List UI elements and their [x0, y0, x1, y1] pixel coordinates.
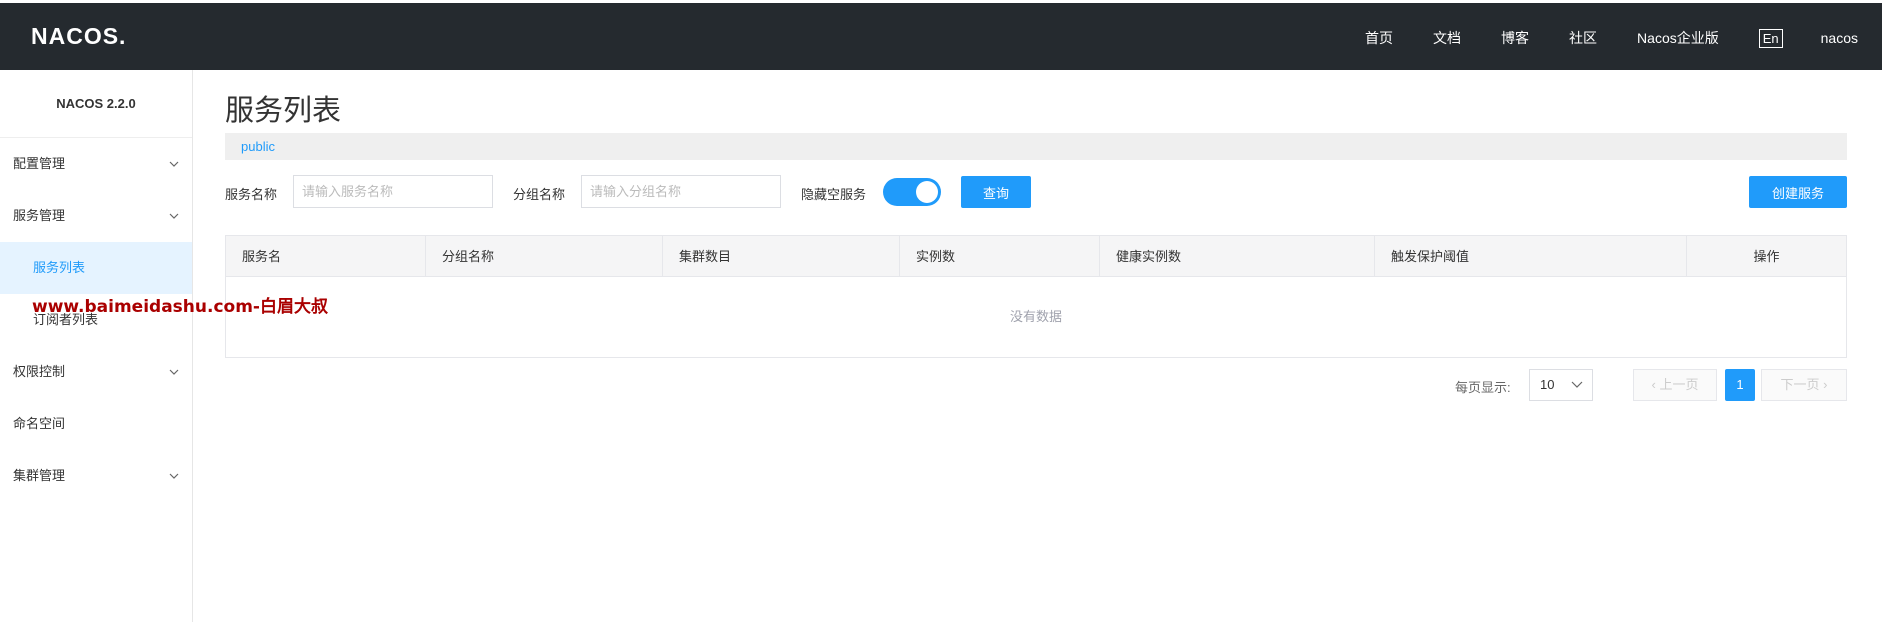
column-group-name: 分组名称	[426, 236, 663, 277]
watermark-text: www.baimeidashu.com-白眉大叔	[32, 297, 328, 317]
chevron-down-icon	[1571, 370, 1583, 411]
sidebar-item-label: 服务管理	[13, 208, 66, 223]
page-title: 服务列表	[225, 95, 342, 127]
service-name-label: 服务名称	[225, 187, 278, 202]
chevron-left-icon: ‹	[1651, 377, 1656, 392]
sidebar-item-label: 服务列表	[33, 260, 86, 275]
column-healthy-instance-count: 健康实例数	[1100, 236, 1375, 277]
sidebar-item-label: 集群管理	[13, 468, 66, 483]
nav-community[interactable]: 社区	[1569, 28, 1597, 48]
column-actions: 操作	[1753, 249, 1780, 264]
sidebar-item-namespace[interactable]: 命名空间	[0, 398, 192, 450]
sidebar-item-access-control[interactable]: 权限控制	[0, 346, 192, 398]
column-instance-count: 实例数	[900, 236, 1100, 277]
nav-docs[interactable]: 文档	[1433, 28, 1461, 48]
chevron-down-icon	[168, 450, 180, 524]
chevron-right-icon: ›	[1823, 377, 1828, 392]
top-nav-menu: 首页 文档 博客 社区 Nacos企业版 En nacos	[1365, 3, 1882, 73]
sidebar-item-label: 配置管理	[13, 156, 66, 171]
language-switch[interactable]: En	[1758, 28, 1783, 48]
column-protect-threshold: 触发保护阈值	[1375, 236, 1687, 277]
page-size-select[interactable]: 10	[1529, 369, 1593, 401]
next-page-button[interactable]: 下一页 ›	[1761, 369, 1847, 401]
service-table: 服务名 分组名称 集群数目 实例数 健康实例数 触发保护阈值 操作 没有数据	[225, 235, 1847, 358]
namespace-public-link[interactable]: public	[241, 139, 275, 154]
hide-empty-toggle[interactable]	[883, 178, 941, 206]
sidebar-item-label: 权限控制	[13, 364, 66, 379]
sidebar-item-service-list[interactable]: 服务列表	[0, 242, 192, 294]
pagination: 每页显示: 10 ‹ 上一页 1 下一页 ›	[225, 369, 1847, 401]
query-button[interactable]: 查询	[961, 176, 1031, 208]
page-size-value: 10	[1540, 377, 1555, 392]
table-header: 服务名 分组名称 集群数目 实例数 健康实例数 触发保护阈值 操作	[226, 236, 1846, 277]
sidebar-item-cluster-management[interactable]: 集群管理	[0, 450, 192, 502]
sidebar-item-service-management[interactable]: 服务管理	[0, 190, 192, 242]
top-navbar: NACOS. 首页 文档 博客 社区 Nacos企业版 En nacos	[0, 0, 1882, 70]
page-1-button[interactable]: 1	[1725, 369, 1755, 401]
nacos-logo[interactable]: NACOS.	[31, 23, 126, 50]
group-name-input[interactable]	[581, 175, 781, 208]
page-size-label: 每页显示:	[1455, 380, 1511, 395]
column-cluster-count: 集群数目	[663, 236, 900, 277]
filter-bar: 服务名称 分组名称 隐藏空服务 查询 创建服务	[225, 175, 1847, 209]
sidebar-item-config-management[interactable]: 配置管理	[0, 138, 192, 190]
toggle-knob	[916, 181, 938, 203]
namespace-bar: public	[225, 133, 1847, 160]
user-menu[interactable]: nacos	[1821, 30, 1858, 46]
sidebar-item-label: 命名空间	[13, 416, 66, 431]
nav-blog[interactable]: 博客	[1501, 28, 1529, 48]
prev-page-label: 上一页	[1659, 377, 1699, 392]
empty-table-message: 没有数据	[1009, 309, 1062, 324]
service-name-input[interactable]	[293, 175, 493, 208]
column-service-name: 服务名	[226, 236, 426, 277]
nav-home[interactable]: 首页	[1365, 28, 1393, 48]
next-page-label: 下一页	[1780, 377, 1820, 392]
create-service-button[interactable]: 创建服务	[1749, 176, 1847, 208]
group-name-label: 分组名称	[513, 187, 566, 202]
nav-enterprise[interactable]: Nacos企业版	[1637, 28, 1719, 48]
version-label: NACOS 2.2.0	[0, 70, 192, 138]
sidebar: NACOS 2.2.0 配置管理 服务管理 服务列表 订阅者列表 权限控制 命名…	[0, 70, 193, 622]
hide-empty-label: 隐藏空服务	[801, 187, 867, 202]
prev-page-button[interactable]: ‹ 上一页	[1633, 369, 1717, 401]
